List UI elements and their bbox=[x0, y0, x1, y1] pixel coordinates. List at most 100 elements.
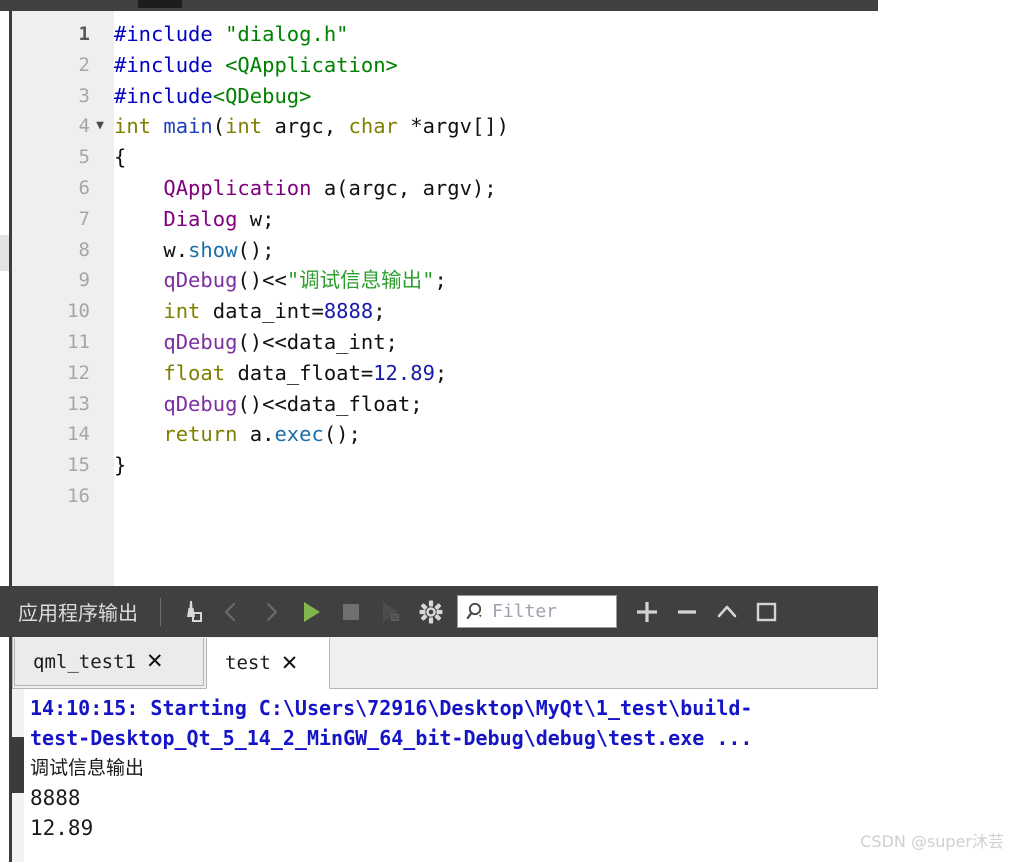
code-line-text: #include <QApplication> bbox=[114, 50, 398, 81]
next-item-button[interactable] bbox=[251, 590, 291, 634]
code-line[interactable]: 6 QApplication a(argc, argv); bbox=[0, 173, 878, 204]
code-token: "dialog.h" bbox=[225, 22, 349, 46]
output-tab[interactable]: qml_test1 ✕ bbox=[14, 638, 204, 686]
code-editor[interactable]: 1 #include "dialog.h" 2 #include <QApplicat… bbox=[0, 11, 878, 586]
code-token: <QApplication> bbox=[225, 52, 398, 77]
minus-icon bbox=[678, 609, 696, 614]
line-number: 9 bbox=[78, 269, 90, 292]
output-tab[interactable]: test ✕ bbox=[206, 638, 330, 689]
code-line[interactable]: 16 bbox=[0, 481, 878, 512]
code-token: data_int= bbox=[212, 299, 324, 324]
code-line[interactable]: 3 #include<QDebug> bbox=[0, 81, 878, 112]
play-icon bbox=[304, 601, 320, 622]
filter-input[interactable]: Filter bbox=[457, 595, 617, 628]
code-line[interactable]: 1 #include "dialog.h" bbox=[0, 19, 878, 50]
code-token: argc bbox=[274, 114, 324, 139]
settings-button[interactable] bbox=[411, 590, 451, 634]
output-text-area[interactable]: 14:10:15: Starting C:\Users\72916\Deskto… bbox=[0, 689, 878, 862]
maximize-pane-button[interactable] bbox=[747, 590, 787, 634]
line-number: 6 bbox=[78, 176, 90, 199]
code-token: ()<< bbox=[237, 268, 287, 293]
code-token: { bbox=[114, 145, 127, 170]
toolbar-notch bbox=[138, 0, 182, 8]
code-token: char bbox=[348, 114, 411, 139]
output-tab-label: qml_test1 bbox=[33, 650, 136, 673]
application-output-pane: 应用程序输出 Filter qml_test1 ✕ test ✕ 14:10:1… bbox=[0, 586, 878, 862]
code-line[interactable]: 2 #include <QApplication> bbox=[0, 50, 878, 81]
stop-square-icon bbox=[343, 603, 359, 620]
code-token: #include bbox=[114, 52, 226, 77]
code-token: int bbox=[163, 299, 213, 324]
close-icon[interactable]: ✕ bbox=[281, 652, 299, 674]
search-icon bbox=[466, 602, 482, 619]
output-line: 14:10:15: Starting C:\Users\72916\Deskto… bbox=[30, 696, 753, 720]
code-line[interactable]: 12 float data_float=12.89; bbox=[0, 358, 878, 389]
code-token: ; bbox=[373, 299, 386, 324]
run-button[interactable] bbox=[291, 590, 331, 634]
code-token: 12.89 bbox=[373, 360, 435, 385]
code-token: ( bbox=[212, 114, 226, 139]
line-number: 12 bbox=[67, 361, 90, 384]
code-line-text: qDebug()<<data_int; bbox=[114, 327, 398, 358]
code-line[interactable]: 11 qDebug()<<data_int; bbox=[0, 327, 878, 358]
plus-icon bbox=[637, 601, 657, 622]
code-token: *argv[]) bbox=[410, 114, 509, 139]
code-token: ; bbox=[434, 360, 448, 385]
previous-item-button[interactable] bbox=[211, 590, 251, 634]
clear-pane-button[interactable] bbox=[171, 590, 211, 634]
code-line[interactable]: 7 Dialog w; bbox=[0, 204, 878, 235]
code-line[interactable]: 13 qDebug()<<data_float; bbox=[0, 389, 878, 420]
code-token: w; bbox=[237, 206, 275, 231]
output-pane-title: 应用程序输出 bbox=[18, 601, 138, 625]
stop-button[interactable] bbox=[331, 590, 371, 634]
code-token: ; bbox=[434, 268, 447, 293]
line-number: 4 bbox=[78, 115, 90, 138]
code-line[interactable]: 9 qDebug()<<"调试信息输出"; bbox=[0, 265, 878, 296]
code-token: QApplication bbox=[163, 175, 312, 200]
code-token: int bbox=[225, 114, 275, 139]
code-line[interactable]: 15} bbox=[0, 450, 878, 481]
close-icon[interactable]: ✕ bbox=[146, 651, 164, 672]
zoom-out-button[interactable] bbox=[667, 590, 707, 634]
code-token: qDebug bbox=[163, 391, 238, 416]
code-line[interactable]: 10 int data_int=8888; bbox=[0, 296, 878, 327]
run-with-debug-button[interactable] bbox=[371, 590, 411, 634]
line-number: 5 bbox=[78, 146, 90, 169]
output-toolbar: 应用程序输出 Filter bbox=[0, 586, 878, 637]
code-line[interactable]: 4 ▼ int main(int argc, char *argv[]) bbox=[0, 111, 878, 142]
code-token: show bbox=[188, 237, 238, 262]
line-number: 8 bbox=[78, 238, 90, 261]
code-line[interactable]: 14 return a.exec(); bbox=[0, 419, 878, 450]
code-token: , bbox=[323, 114, 349, 139]
output-line: 调试信息输出 bbox=[30, 757, 145, 779]
output-scrollbar-thumb[interactable] bbox=[12, 737, 24, 793]
code-line[interactable]: 8 w.show(); bbox=[0, 235, 878, 266]
line-number: 2 bbox=[78, 53, 90, 76]
code-token: w. bbox=[114, 237, 189, 262]
broom-icon bbox=[187, 600, 202, 622]
fold-toggle-icon[interactable]: ▼ bbox=[92, 111, 108, 142]
code-line-text: Dialog w; bbox=[114, 204, 274, 235]
code-token: Dialog bbox=[163, 206, 238, 231]
code-line-text: { bbox=[114, 142, 126, 173]
tab-bar-left-border bbox=[9, 637, 12, 689]
chevron-up-icon bbox=[717, 605, 737, 617]
code-token: #include bbox=[114, 83, 213, 108]
output-tab-label: test bbox=[225, 652, 271, 674]
code-token: return bbox=[163, 422, 250, 447]
zoom-in-button[interactable] bbox=[627, 590, 667, 634]
code-token: a. bbox=[249, 422, 275, 447]
output-line: 12.89 bbox=[30, 816, 94, 840]
output-line: test-Desktop_Qt_5_14_2_MinGW_64_bit-Debu… bbox=[30, 726, 753, 750]
code-line[interactable]: 5{ bbox=[0, 142, 878, 173]
minimize-pane-button[interactable] bbox=[707, 590, 747, 634]
line-number: 7 bbox=[78, 207, 90, 230]
code-token: data_float= bbox=[237, 360, 374, 385]
code-token: (); bbox=[323, 422, 361, 447]
line-number: 14 bbox=[67, 423, 90, 446]
